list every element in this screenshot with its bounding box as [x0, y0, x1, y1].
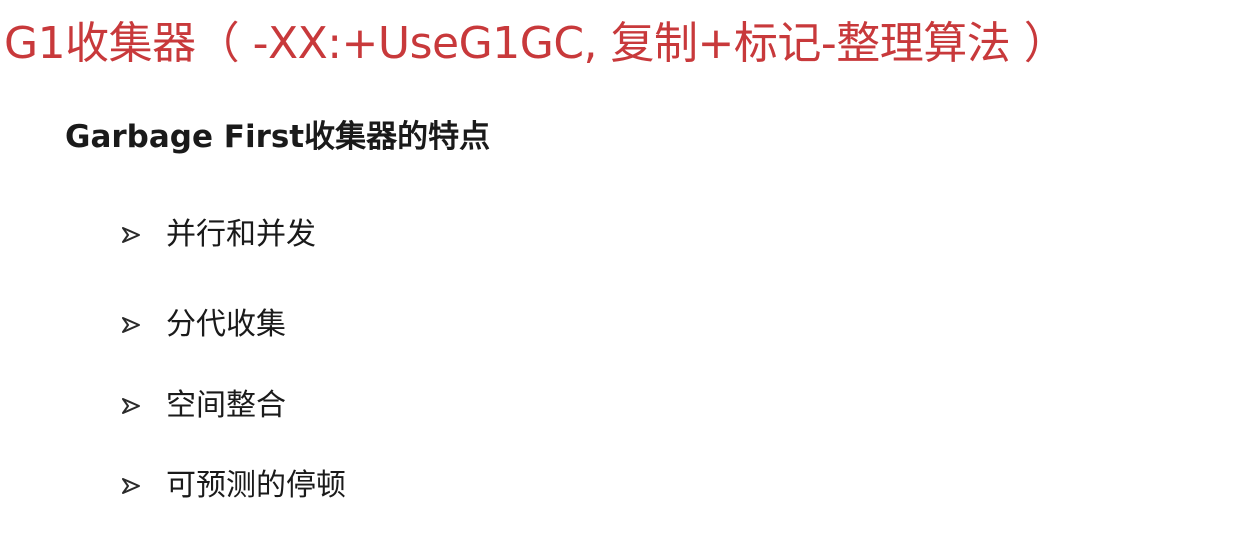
arrowhead-bullet-icon	[122, 227, 140, 243]
bullet-label: 并行和并发	[166, 217, 316, 252]
slide-title: G1收集器（ -XX:+UseG1GC, 复制+标记-整理算法 ）	[4, 18, 1068, 69]
bullet-item: 并行和并发	[120, 210, 316, 260]
arrowhead-bullet-icon	[122, 398, 140, 414]
bullet-item: 空间整合	[120, 381, 286, 431]
arrowhead-bullet-icon	[122, 478, 140, 494]
slide-subtitle: Garbage First收集器的特点	[65, 119, 491, 155]
slide: G1收集器（ -XX:+UseG1GC, 复制+标记-整理算法 ） Garbag…	[0, 0, 1239, 540]
bullet-label: 分代收集	[166, 307, 286, 342]
arrowhead-bullet-icon	[122, 317, 140, 333]
bullet-item: 可预测的停顿	[120, 461, 346, 511]
bullet-label: 空间整合	[166, 388, 286, 423]
bullet-label: 可预测的停顿	[166, 468, 346, 503]
bullet-item: 分代收集	[120, 300, 286, 350]
